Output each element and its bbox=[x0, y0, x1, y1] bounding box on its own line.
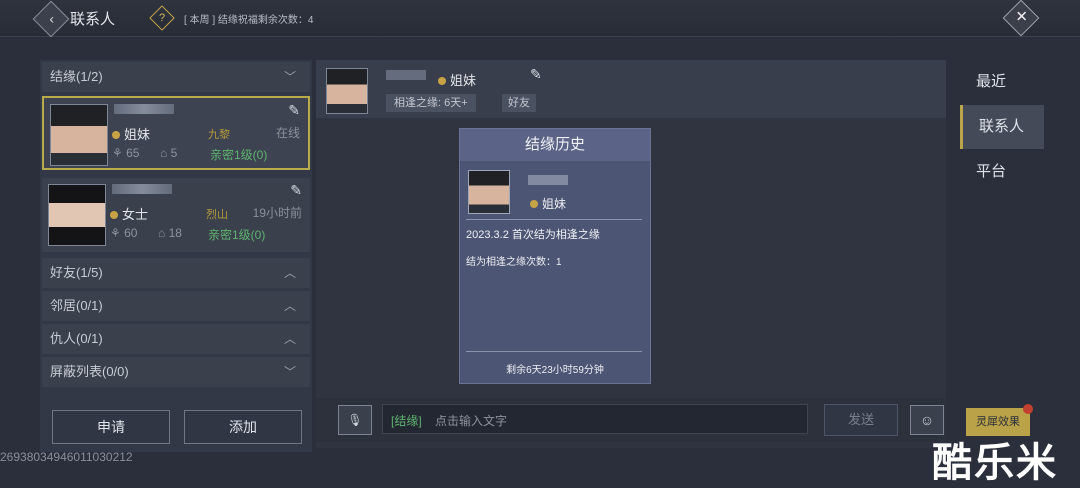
tab-recent[interactable]: 最近 bbox=[960, 60, 1044, 104]
house-stat: ⌂ 5 bbox=[160, 146, 178, 160]
relation-text: 姐妹 bbox=[542, 197, 567, 211]
notification-badge bbox=[1023, 404, 1033, 414]
level-stat: ⚘ 60 bbox=[110, 226, 138, 240]
chat-name-blurred bbox=[386, 70, 426, 80]
group-label: 结缘(1/2) bbox=[50, 69, 103, 84]
house-stat: ⌂ 18 bbox=[158, 226, 182, 240]
relation-label: 女士 bbox=[110, 204, 148, 223]
chevron-up-icon: ︿ bbox=[283, 266, 296, 280]
relation-label: 姐妹 bbox=[530, 195, 566, 212]
relation-text: 姐妹 bbox=[450, 73, 477, 88]
chat-input[interactable]: [结缘] 点击输入文字 bbox=[382, 404, 808, 434]
level-value: 60 bbox=[124, 226, 138, 240]
bond-history-popup: 结缘历史 姐妹 2023.3.2 首次结为相逢之缘 结为相逢之缘次数：1 剩余6… bbox=[459, 128, 651, 384]
group-label: 好友(1/5) bbox=[50, 265, 103, 280]
house-value: 18 bbox=[168, 226, 182, 240]
relation-icon bbox=[112, 131, 120, 139]
add-button[interactable]: 添加 bbox=[184, 410, 302, 444]
edit-note-icon[interactable]: ✎ bbox=[288, 102, 300, 119]
microphone-icon: 🎙 bbox=[347, 413, 363, 427]
tab-contacts[interactable]: 联系人 bbox=[960, 105, 1044, 149]
group-neighbors[interactable]: 邻居(0/1) ︿ bbox=[42, 291, 310, 321]
close-icon: ✕ bbox=[1015, 8, 1028, 26]
chevron-left-icon: ‹ bbox=[49, 10, 55, 27]
intimacy-label: 亲密1级(0) bbox=[208, 228, 266, 242]
history-count-line: 结为相逢之缘次数：1 bbox=[466, 257, 562, 268]
popup-title: 结缘历史 bbox=[460, 129, 650, 161]
school-label: 烈山 bbox=[206, 209, 228, 221]
edit-note-icon[interactable]: ✎ bbox=[530, 66, 542, 83]
online-status: 在线 bbox=[275, 126, 300, 140]
relation-text: 女士 bbox=[122, 207, 149, 222]
relation-label: 姐妹 bbox=[112, 124, 150, 143]
chevron-down-icon: ﹀ bbox=[283, 365, 296, 379]
avatar bbox=[468, 170, 510, 214]
level-value: 65 bbox=[126, 146, 140, 160]
chevron-down-icon: ﹀ bbox=[283, 70, 296, 84]
group-label: 屏蔽列表(0/0) bbox=[50, 364, 129, 379]
house-value: 5 bbox=[170, 146, 178, 160]
apply-button[interactable]: 申请 bbox=[52, 410, 170, 444]
group-jieyuan[interactable]: 结缘(1/2) ﹀ bbox=[42, 62, 310, 92]
voice-button[interactable]: 🎙 bbox=[338, 405, 372, 435]
watermark-logo: 酷乐米 bbox=[932, 441, 1058, 485]
relation-icon bbox=[438, 77, 446, 85]
avatar bbox=[50, 104, 108, 166]
name-blurred bbox=[114, 104, 174, 114]
tab-platform[interactable]: 平台 bbox=[960, 150, 1044, 194]
group-enemies[interactable]: 仇人(0/1) ︿ bbox=[42, 324, 310, 354]
group-label: 邻居(0/1) bbox=[50, 298, 103, 313]
group-blocked[interactable]: 屏蔽列表(0/0) ﹀ bbox=[42, 357, 310, 387]
question-icon: ? bbox=[158, 12, 166, 24]
contact-card-1[interactable]: ✎ 姐妹 九黎 在线 ⚘ 65 ⌂ 5 亲密1级(0) bbox=[42, 96, 310, 170]
week-blessing-note: [ 本周 ] 结缘祝福剩余次数：4 bbox=[184, 15, 314, 26]
edit-note-icon[interactable]: ✎ bbox=[290, 182, 302, 199]
history-date-line: 2023.3.2 首次结为相逢之缘 bbox=[466, 229, 600, 241]
level-stat: ⚘ 65 bbox=[112, 146, 140, 160]
intimacy-label: 亲密1级(0) bbox=[210, 148, 268, 162]
contact-card-2[interactable]: ✎ 女士 烈山 19小时前 ⚘ 60 ⌂ 18 亲密1级(0) bbox=[42, 178, 310, 252]
name-blurred bbox=[112, 184, 172, 194]
name-blurred bbox=[528, 175, 568, 185]
relation-icon bbox=[110, 211, 118, 219]
channel-label: [结缘] bbox=[391, 414, 422, 428]
chat-relation: 姐妹 bbox=[438, 70, 476, 89]
input-placeholder: 点击输入文字 bbox=[435, 414, 508, 428]
chevron-up-icon: ︿ bbox=[283, 332, 296, 346]
online-status: 19小时前 bbox=[252, 206, 302, 220]
group-label: 仇人(0/1) bbox=[50, 331, 103, 346]
chat-avatar[interactable] bbox=[326, 68, 368, 114]
avatar bbox=[48, 184, 106, 246]
send-button[interactable]: 发送 bbox=[824, 404, 898, 436]
friend-tag: 好友 bbox=[502, 94, 536, 112]
chevron-up-icon: ︿ bbox=[283, 299, 296, 313]
group-friends[interactable]: 好友(1/5) ︿ bbox=[42, 258, 310, 288]
relation-text: 姐妹 bbox=[124, 127, 151, 142]
meet-tag: 相逢之缘: 6天+ bbox=[386, 94, 476, 112]
divider bbox=[466, 351, 642, 352]
relation-icon bbox=[530, 200, 538, 208]
user-id-text: 2693803494601103021​2 bbox=[0, 450, 133, 464]
page-title: 联系人 bbox=[70, 11, 116, 28]
school-label: 九黎 bbox=[208, 129, 230, 141]
divider bbox=[466, 219, 642, 220]
smiley-icon: ☺ bbox=[919, 412, 935, 428]
remaining-time: 剩余6天23小时59分钟 bbox=[506, 365, 604, 376]
